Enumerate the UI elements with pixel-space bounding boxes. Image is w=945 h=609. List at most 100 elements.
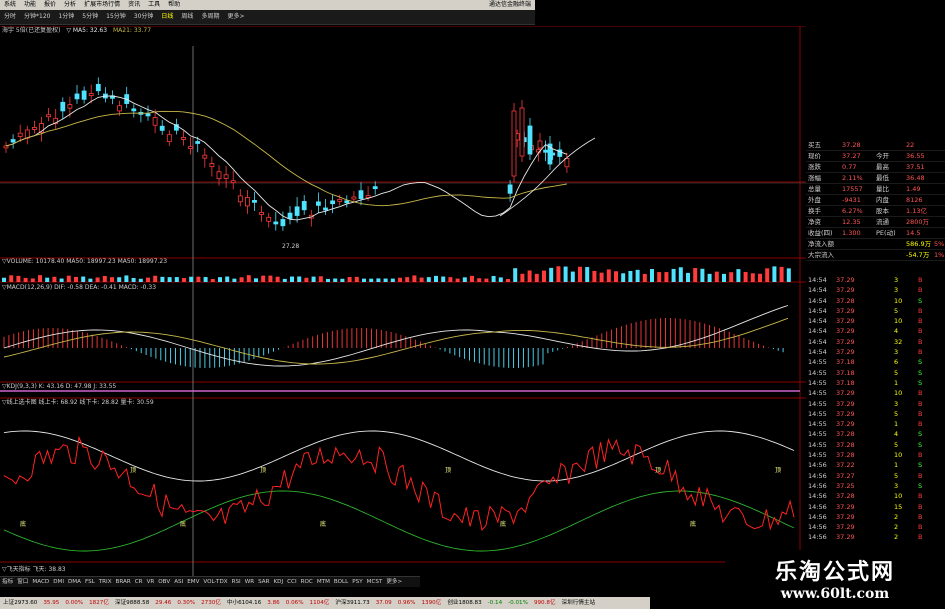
period-tab-daily[interactable]: 日线 <box>157 10 177 24</box>
menu-item-extended-market[interactable]: 扩展市场行情 <box>80 0 124 10</box>
tick-direction: B <box>918 471 923 480</box>
tick-direction: B <box>918 286 923 295</box>
indicator-tab[interactable]: 更多> <box>384 577 404 587</box>
quote-row: 净资 12.35 流通 2800万 <box>806 217 945 228</box>
chart-area[interactable]: 27.28 底顶底顶底顶底顶底顶 33.0032.0031.0030.0029.… <box>0 26 806 576</box>
menu-item-news[interactable]: 资讯 <box>124 0 144 10</box>
volume-bar <box>642 273 647 282</box>
indicator-tab[interactable]: SAR <box>256 577 271 587</box>
tick-list[interactable]: 14:54 37.29 3 B 14:54 37.29 3 B 14:54 37.28 10 S 14:… <box>806 275 945 543</box>
tick-direction: B <box>918 451 923 460</box>
tick-row: 14:54 37.29 4 B <box>806 326 945 336</box>
tick-row: 14:54 37.29 32 B <box>806 337 945 347</box>
tick-price: 37.29 <box>836 337 855 346</box>
tick-volume: 10 <box>894 296 903 305</box>
volume-bar <box>138 278 143 282</box>
period-tab-more[interactable]: 更多> <box>223 10 248 24</box>
menu-item-system[interactable]: 系统 <box>0 0 20 10</box>
tick-direction: B <box>918 502 923 511</box>
indicator-tab[interactable]: ASI <box>172 577 185 587</box>
volume-bar <box>182 278 186 282</box>
volume-bar <box>297 276 302 282</box>
tick-volume: 3 <box>894 481 899 490</box>
tick-price: 37.25 <box>836 481 855 490</box>
wave-marker: 底 <box>20 520 26 528</box>
period-tab-multi[interactable]: 多周期 <box>197 10 223 24</box>
status-item: 中小6104.16 <box>226 600 262 606</box>
candle <box>252 199 257 203</box>
indicator-tab[interactable]: VOL-TDX <box>201 577 229 587</box>
indicator-tab[interactable]: CCI <box>285 577 298 587</box>
tick-price: 37.29 <box>836 348 855 357</box>
quote-value: 1.49 <box>906 185 921 193</box>
volume-bar <box>657 272 662 282</box>
indicator-tab[interactable]: MACD <box>30 577 51 587</box>
period-tab-5min[interactable]: 5分钟 <box>78 10 102 24</box>
volume-bar <box>362 278 366 282</box>
volume-bar <box>765 268 770 282</box>
period-tab-weekly[interactable]: 周线 <box>177 10 197 24</box>
quote-value: -54.7万 <box>906 251 930 259</box>
indicator-tab[interactable]: DMI <box>51 577 66 587</box>
indicator-tab[interactable]: FSL <box>83 577 97 587</box>
tick-volume: 2 <box>894 523 899 532</box>
tick-price: 37.29 <box>836 420 855 429</box>
indicator-tab[interactable]: MTM <box>315 577 332 587</box>
tick-price: 37.29 <box>836 317 855 326</box>
period-tab-minutes[interactable]: 分钟*120 <box>20 10 54 24</box>
indicator-tab[interactable]: KDJ <box>272 577 286 587</box>
candle <box>32 127 37 130</box>
status-item: 37.09 <box>375 600 392 606</box>
indicator-tab[interactable]: RSI <box>230 577 243 587</box>
quote-label: 净资 <box>808 218 821 226</box>
tick-direction: B <box>918 420 923 429</box>
candle <box>507 184 513 194</box>
wave-marker: 顶 <box>130 467 136 474</box>
indicator-tab[interactable]: MCST <box>365 577 385 587</box>
period-tab-1min[interactable]: 1分钟 <box>54 10 78 24</box>
indicator-tab[interactable]: ROC <box>299 577 315 587</box>
indicator-tab[interactable]: TRIX <box>97 577 114 587</box>
indicator-tab[interactable]: PSY <box>350 577 364 587</box>
indicator-tab[interactable]: EMV <box>185 577 201 587</box>
quote-row: 买五 37.28 22 <box>806 140 945 151</box>
tick-volume: 6 <box>894 358 899 367</box>
tick-price: 37.29 <box>836 399 855 408</box>
period-tab-30min[interactable]: 30分钟 <box>130 10 158 24</box>
indicator-tab[interactable]: BOLL <box>332 577 350 587</box>
tick-row: 14:55 37.29 3 B <box>806 399 945 409</box>
period-tab-realtime[interactable]: 分时 <box>0 10 20 24</box>
tick-price: 37.18 <box>836 378 855 387</box>
indicator-tab[interactable]: BRAR <box>114 577 133 587</box>
quote-row: 净流入额 586.9万 5% <box>806 239 945 250</box>
tick-time: 14:55 <box>808 389 827 398</box>
menu-item-analysis[interactable]: 分析 <box>60 0 80 10</box>
menu-item-help[interactable]: 帮助 <box>164 0 184 10</box>
indicator-tab[interactable]: CR <box>133 577 145 587</box>
volume-bar <box>340 278 345 282</box>
volume-bar <box>592 270 597 282</box>
menu-item-tools[interactable]: 工具 <box>144 0 164 10</box>
indicator-tab[interactable]: OBV <box>156 577 172 587</box>
period-tab-15min[interactable]: 15分钟 <box>102 10 130 24</box>
tick-volume: 4 <box>894 327 899 336</box>
indicator-tab[interactable]: DMA <box>66 577 83 587</box>
volume-bar <box>470 275 474 282</box>
wave-marker: 顶 <box>260 467 266 474</box>
indicator-tab[interactable]: 窗口 <box>15 577 30 587</box>
candle <box>3 145 9 149</box>
menu-item-quote[interactable]: 报价 <box>40 0 60 10</box>
quote-value: 2.11% <box>842 174 863 182</box>
indicator-tab[interactable]: WR <box>243 577 256 587</box>
watermark-title: 乐淘公式网 <box>774 559 895 585</box>
volume-bar <box>434 275 438 282</box>
indicator-tab[interactable]: VR <box>145 577 157 587</box>
candle <box>95 83 101 92</box>
candle <box>202 154 208 159</box>
status-item: 上证2973.60 <box>3 600 38 606</box>
menu-item-function[interactable]: 功能 <box>20 0 40 10</box>
tick-volume: 5 <box>894 368 899 377</box>
volume-bar <box>66 275 71 282</box>
indicator-tab[interactable]: 指标 <box>0 577 15 587</box>
candle <box>527 125 533 155</box>
